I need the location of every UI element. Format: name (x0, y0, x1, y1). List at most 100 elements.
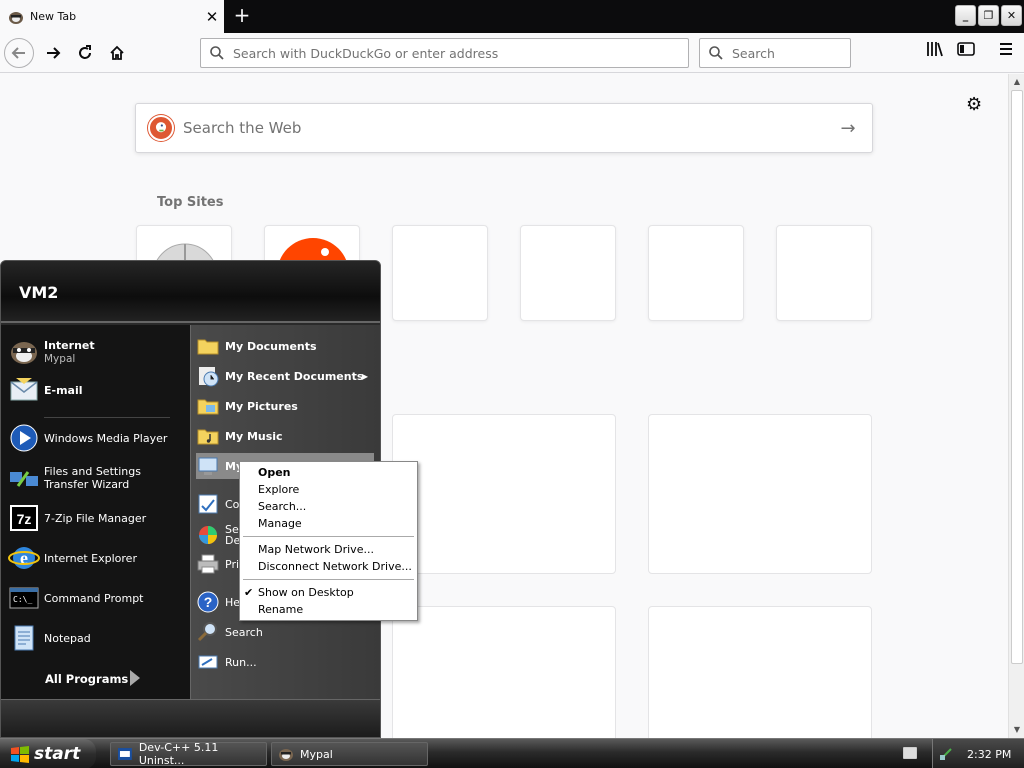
user-name: VM2 (19, 283, 59, 302)
start-button[interactable]: start (0, 739, 96, 768)
start-item-transfer-wizard[interactable]: Files and Settings Transfer Wizard (8, 462, 184, 494)
scroll-up-icon[interactable]: ▲ (1009, 74, 1024, 90)
web-search-placeholder: Search the Web (183, 119, 302, 137)
menu-hamburger-icon[interactable] (995, 41, 1017, 63)
clock[interactable]: 2:32 PM (967, 748, 1011, 761)
start-item-internet-explorer[interactable]: e Internet Explorer (8, 542, 184, 574)
start-place-label: Run... (225, 655, 257, 669)
highlight-card[interactable] (392, 414, 616, 574)
set-program-defaults-icon (199, 526, 217, 544)
context-item-search[interactable]: Search... (240, 498, 417, 515)
search-submit-arrow-icon[interactable]: → (824, 118, 872, 139)
highlight-card[interactable] (648, 606, 872, 746)
new-tab-button[interactable]: + (230, 4, 254, 28)
start-item-email[interactable]: E-mail (8, 374, 184, 406)
folder-documents-icon (197, 339, 219, 355)
highlight-card[interactable] (392, 606, 616, 746)
start-item-label: Files and Settings Transfer Wizard (44, 465, 141, 491)
context-item-rename[interactable]: Rename (240, 601, 417, 618)
scrollbar-thumb[interactable] (1011, 90, 1023, 664)
taskbar-item-devcpp-uninstaller[interactable]: Dev-C++ 5.11 Uninst... (110, 741, 267, 767)
forward-button[interactable] (38, 38, 68, 68)
top-site-tile-empty[interactable] (776, 225, 872, 321)
control-panel-icon (198, 494, 218, 514)
submenu-arrow-icon: ▶ (361, 371, 368, 381)
tab-new-tab[interactable]: New Tab ✕ (0, 0, 224, 33)
top-site-tile-empty[interactable] (520, 225, 616, 321)
start-item-media-player[interactable]: Windows Media Player (8, 422, 184, 454)
reload-button[interactable] (70, 38, 100, 68)
forward-arrow-icon (47, 47, 61, 59)
context-item-open[interactable]: Open (240, 464, 417, 481)
start-place-run[interactable]: Run... (196, 649, 374, 675)
network-status-icon[interactable] (939, 747, 953, 761)
keyboard-layout-icon[interactable] (903, 747, 917, 759)
context-item-explore[interactable]: Explore (240, 481, 417, 498)
start-place-label: My Recent Documents (225, 369, 364, 383)
reload-icon (79, 45, 91, 59)
start-place-label: My Music (225, 429, 283, 443)
all-programs-arrow-icon[interactable] (130, 670, 140, 686)
minimize-button[interactable]: _ (955, 5, 976, 26)
svg-text:?: ? (204, 594, 213, 610)
back-button[interactable] (4, 38, 34, 68)
start-item-internet[interactable]: Internet Mypal (8, 336, 184, 368)
internet-explorer-icon: e (8, 547, 40, 569)
restore-button[interactable]: ❐ (978, 5, 999, 26)
scroll-down-icon[interactable]: ▼ (1009, 722, 1024, 738)
start-item-label: E-mail (44, 383, 83, 397)
context-menu-separator (243, 536, 414, 537)
tab-title: New Tab (30, 10, 77, 23)
start-menu-divider (44, 417, 170, 418)
start-place-label: Pri (225, 557, 240, 571)
media-player-icon (10, 424, 38, 452)
system-tray: 2:32 PM (932, 739, 1024, 768)
sidebar-icon[interactable] (955, 41, 977, 63)
start-item-command-prompt[interactable]: C:\_ Command Prompt (8, 582, 184, 614)
taskbar: start Dev-C++ 5.11 Uninst... Mypal 2:32 … (0, 738, 1024, 768)
start-place-label: Search (225, 625, 263, 639)
help-icon: ? (197, 591, 219, 613)
start-place-my-music[interactable]: My Music (196, 423, 374, 449)
taskbar-item-mypal[interactable]: Mypal (271, 742, 428, 766)
start-place-my-documents[interactable]: My Documents (196, 333, 374, 359)
navigation-toolbar: Search with DuckDuckGo or enter address … (0, 33, 1024, 73)
windows-logo-icon (11, 746, 29, 763)
context-menu-separator (243, 579, 414, 580)
home-icon (110, 45, 124, 60)
command-prompt-icon: C:\_ (9, 587, 39, 609)
library-icon[interactable] (924, 41, 946, 63)
start-menu-header: VM2 (1, 261, 380, 323)
context-item-map-network-drive[interactable]: Map Network Drive... (240, 541, 417, 558)
start-place-my-recent-documents[interactable]: My Recent Documents ▶ (196, 363, 374, 389)
installer-icon (117, 748, 132, 760)
url-bar[interactable]: Search with DuckDuckGo or enter address (200, 38, 689, 68)
web-search-box[interactable]: Search the Web → (135, 103, 873, 153)
search-bar[interactable]: Search (699, 38, 851, 68)
start-label: start (34, 744, 81, 764)
context-item-show-on-desktop[interactable]: ✔ Show on Desktop (240, 584, 417, 601)
my-computer-icon (198, 457, 218, 475)
printer-icon (197, 554, 219, 574)
start-item-label: Internet (44, 338, 95, 352)
svg-text:7z: 7z (17, 511, 32, 527)
duckduckgo-icon (148, 115, 174, 141)
close-window-button[interactable]: ✕ (1001, 5, 1022, 26)
run-icon (198, 655, 218, 669)
start-place-my-pictures[interactable]: My Pictures (196, 393, 374, 419)
taskbar-item-label: Dev-C++ 5.11 Uninst... (138, 741, 219, 767)
top-site-tile-empty[interactable] (392, 225, 488, 321)
context-item-manage[interactable]: Manage (240, 515, 417, 532)
start-place-search[interactable]: Search (196, 619, 374, 645)
top-site-tile-empty[interactable] (648, 225, 744, 321)
context-item-disconnect-network-drive[interactable]: Disconnect Network Drive... (240, 558, 417, 575)
close-tab-icon[interactable]: ✕ (200, 8, 224, 26)
highlight-card[interactable] (648, 414, 872, 574)
home-button[interactable] (102, 38, 132, 68)
start-item-7zip[interactable]: 7z 7-Zip File Manager (8, 502, 184, 534)
all-programs-button[interactable]: All Programs (45, 672, 128, 686)
start-item-notepad[interactable]: Notepad (8, 622, 184, 654)
checkmark-icon: ✔ (244, 586, 254, 599)
gear-icon[interactable]: ⚙ (966, 94, 982, 115)
page-scrollbar[interactable]: ▲ ▼ (1008, 74, 1024, 738)
